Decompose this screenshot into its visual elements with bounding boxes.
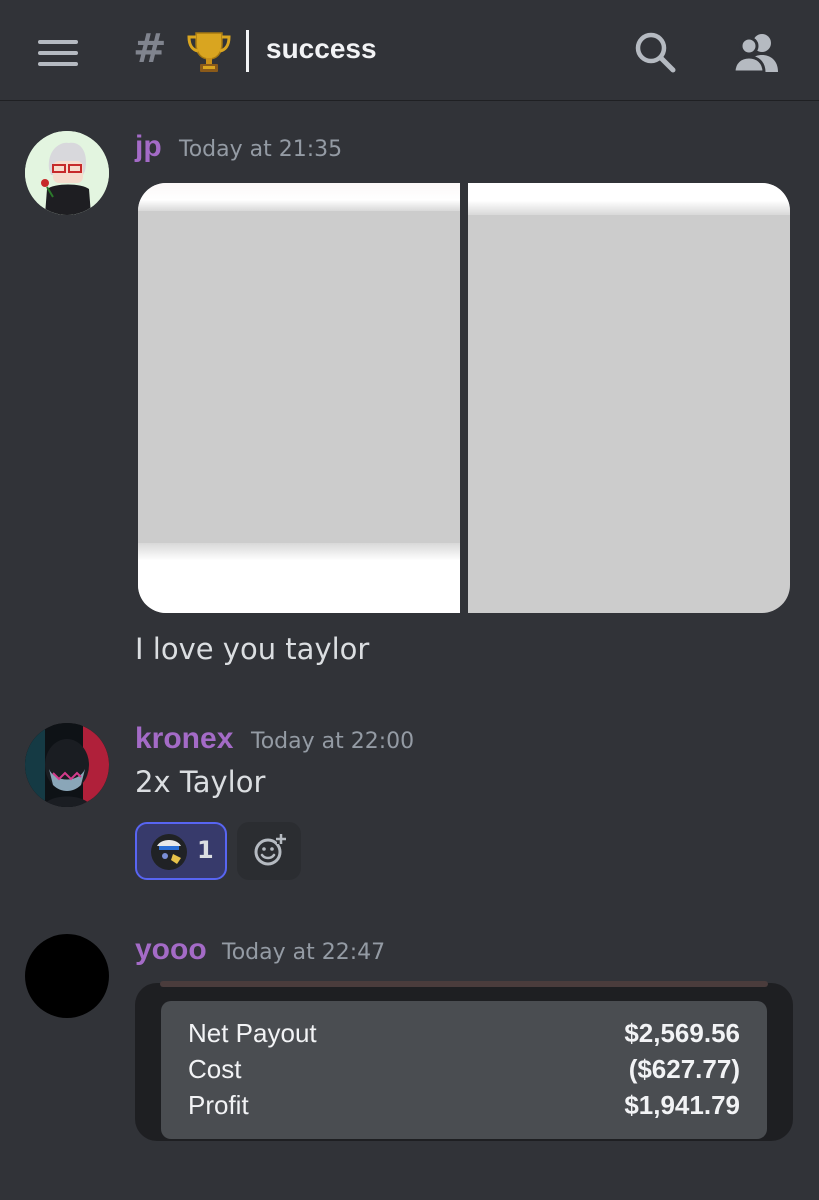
search-icon[interactable] <box>633 30 677 74</box>
payout-summary-card: Net Payout $2,569.56 Cost ($627.77) Prof… <box>161 1001 767 1139</box>
image-band-bottom <box>138 543 460 613</box>
image-band-top <box>138 183 460 211</box>
avatar[interactable] <box>25 723 109 807</box>
avatar[interactable] <box>25 934 109 1018</box>
summary-row: Net Payout $2,569.56 <box>188 1018 740 1052</box>
message-text: 2x Taylor <box>135 765 266 799</box>
add-reaction-button[interactable] <box>237 822 301 880</box>
embed-accent-line <box>160 981 768 987</box>
username[interactable]: yooo <box>135 933 207 967</box>
avatar[interactable] <box>25 131 109 215</box>
image-attachment[interactable] <box>468 183 790 613</box>
timestamp: Today at 22:47 <box>222 940 386 965</box>
add-reaction-icon <box>254 834 286 866</box>
channel-name: success <box>266 33 377 64</box>
channel-name-separator <box>246 30 249 72</box>
channel-header: # success <box>0 0 819 101</box>
image-attachment[interactable] <box>138 183 460 613</box>
summary-label: Cost <box>188 1054 242 1084</box>
summary-label: Profit <box>188 1090 249 1120</box>
summary-row: Profit $1,941.79 <box>188 1090 740 1124</box>
reaction-count: 1 <box>197 836 214 864</box>
menu-icon[interactable] <box>38 38 80 68</box>
hash-icon: # <box>133 26 167 72</box>
summary-value: $1,941.79 <box>624 1090 740 1120</box>
members-icon[interactable] <box>732 32 780 74</box>
reaction-button[interactable]: 1 <box>135 822 227 880</box>
summary-row: Cost ($627.77) <box>188 1054 740 1088</box>
summary-value: $2,569.56 <box>624 1018 740 1048</box>
trophy-icon <box>186 30 232 74</box>
image-band-top <box>468 183 790 215</box>
message-text: I love you taylor <box>135 632 370 666</box>
reaction-emoji-icon <box>151 834 187 870</box>
timestamp: Today at 22:00 <box>251 729 415 754</box>
username[interactable]: jp <box>135 130 162 164</box>
summary-value: ($627.77) <box>628 1054 740 1084</box>
username[interactable]: kronex <box>135 722 233 756</box>
timestamp: Today at 21:35 <box>179 137 343 162</box>
summary-label: Net Payout <box>188 1018 317 1048</box>
